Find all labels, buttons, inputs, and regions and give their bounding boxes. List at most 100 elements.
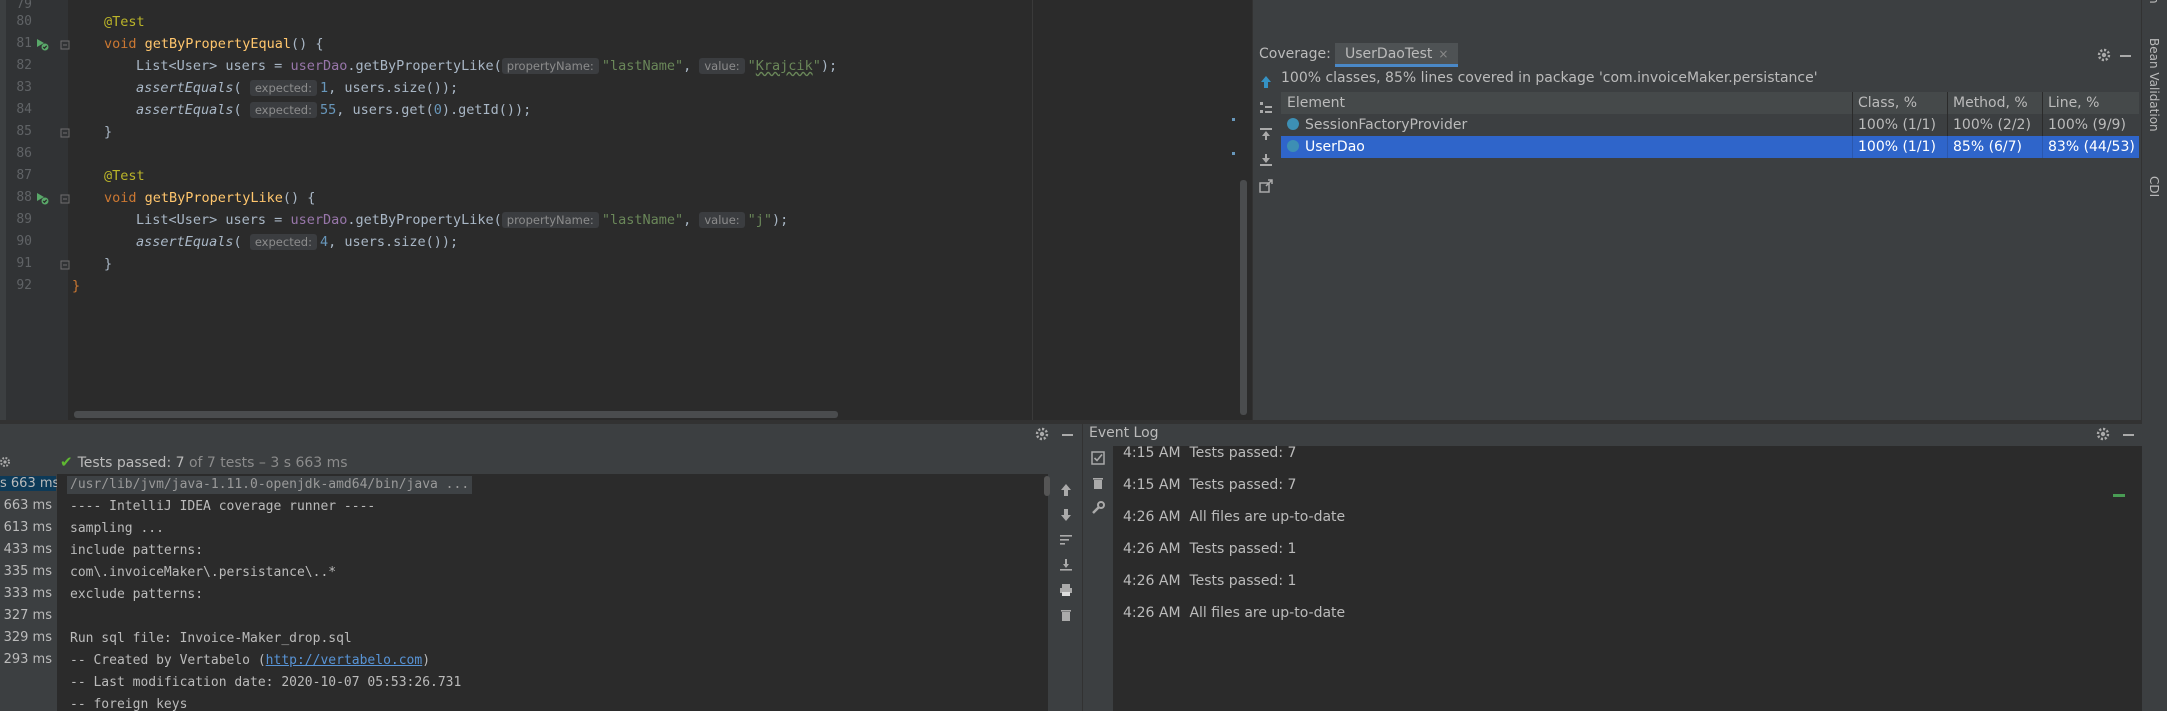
column-header[interactable]: Element: [1287, 92, 1847, 114]
console-command[interactable]: /usr/lib/jvm/java-1.11.0-openjdk-amd64/b…: [67, 476, 473, 494]
code-line-92[interactable]: }: [72, 277, 80, 295]
arrow-up-icon[interactable]: [1258, 74, 1274, 90]
navigate-source-icon[interactable]: [1258, 126, 1274, 142]
print-icon[interactable]: [1058, 582, 1074, 598]
test-tree[interactable]: s 663 ms s 663 ms s 613 ms 433 ms 335 ms…: [0, 476, 59, 711]
code-line-84[interactable]: assertEquals( expected: 55, users.get(0).…: [136, 101, 531, 119]
event-time: 4:15 AM: [1123, 445, 1181, 461]
code-text: ,: [683, 58, 700, 74]
error-stripe-mark[interactable]: [1232, 152, 1235, 155]
minimize-icon[interactable]: [1062, 434, 1073, 436]
code-line-82[interactable]: List<User> users = userDao.getByProperty…: [136, 57, 837, 75]
param-hint: expected:: [249, 102, 317, 118]
gear-icon[interactable]: [2096, 47, 2112, 63]
code-line-85[interactable]: }: [104, 123, 112, 141]
autoscroll-icon[interactable]: [1258, 152, 1274, 168]
bean-validation-tool[interactable]: Bean Validation: [2147, 38, 2161, 132]
test-time[interactable]: 433 ms: [4, 542, 52, 557]
console-line: Run sql file: Invoice-Maker_drop.sql: [70, 631, 352, 646]
column-header[interactable]: Class, %: [1858, 92, 1953, 114]
console-text: ): [422, 653, 431, 668]
code-line-87[interactable]: @Test: [104, 167, 145, 185]
tool-window-label[interactable]: n: [2147, 0, 2161, 4]
code-line-81[interactable]: void getByPropertyEqual() {: [104, 35, 323, 53]
column-header[interactable]: Line, %: [2048, 92, 2139, 114]
annotation: @Test: [104, 14, 145, 30]
close-icon[interactable]: ×: [1438, 47, 1448, 61]
trash-icon[interactable]: [1090, 475, 1106, 491]
code-line-90[interactable]: assertEquals( expected: 4, users.size());: [136, 233, 458, 251]
table-row-selected[interactable]: UserDao 100% (1/1) 85% (6/7) 83% (44/53): [1281, 136, 2139, 158]
code-text: List<User> users =: [136, 212, 291, 228]
fold-marker-icon[interactable]: [60, 128, 70, 138]
console-line: include patterns:: [70, 543, 204, 558]
line-number: 85: [16, 124, 32, 139]
gear-icon[interactable]: [2095, 426, 2111, 442]
minimize-icon[interactable]: [2120, 55, 2131, 57]
run-test-icon[interactable]: [35, 191, 49, 205]
code-text: (: [233, 234, 250, 250]
vertical-scrollbar[interactable]: [1240, 180, 1247, 415]
column-divider[interactable]: [1852, 92, 1853, 114]
code-text: }: [104, 256, 113, 272]
code-line-88[interactable]: void getByPropertyLike() {: [104, 189, 315, 207]
minimize-icon[interactable]: [2123, 434, 2134, 436]
column-divider[interactable]: [2042, 92, 2043, 114]
run-test-icon[interactable]: [35, 37, 49, 51]
console-output[interactable]: /usr/lib/jvm/java-1.11.0-openjdk-amd64/b…: [57, 474, 1048, 711]
fold-marker-icon[interactable]: [60, 40, 70, 50]
event-entry[interactable]: 4:15 AM Tests passed: 7: [1123, 445, 1296, 461]
test-time[interactable]: 335 ms: [4, 564, 52, 579]
event-entry[interactable]: 4:26 AM Tests passed: 1: [1123, 541, 1296, 557]
test-time[interactable]: s 613 ms: [0, 520, 52, 535]
event-log-list[interactable]: 4:15 AM Tests passed: 7 4:15 AM Tests pa…: [1113, 445, 2142, 711]
test-time[interactable]: 327 ms: [4, 608, 52, 623]
mark-read-icon[interactable]: [1090, 450, 1106, 466]
test-time[interactable]: 333 ms: [4, 586, 52, 601]
event-entry[interactable]: 4:26 AM Tests passed: 1: [1123, 573, 1296, 589]
trash-icon[interactable]: [1058, 607, 1074, 623]
code-line-80[interactable]: @Test: [104, 13, 145, 31]
code-line-83[interactable]: assertEquals( expected: 1, users.size());: [136, 79, 458, 97]
export-icon[interactable]: [1258, 178, 1274, 194]
arrow-up-icon[interactable]: [1058, 482, 1074, 498]
event-time: 4:26 AM: [1123, 573, 1181, 589]
column-divider: [1852, 114, 1853, 136]
code-editor[interactable]: 79 80 81 82 83 84 85 86 87 88 89 90 91 9…: [0, 0, 1252, 420]
gutter-edge: [0, 0, 6, 420]
line-number: 90: [16, 234, 32, 249]
error-stripe-mark[interactable]: [1232, 118, 1235, 121]
code-text: () {: [290, 36, 324, 52]
test-time[interactable]: 329 ms: [4, 630, 52, 645]
column-divider: [2042, 114, 2043, 136]
fold-marker-icon[interactable]: [60, 194, 70, 204]
keyword: void: [104, 190, 137, 206]
event-entry[interactable]: 4:15 AM Tests passed: 7: [1123, 477, 1296, 493]
column-divider[interactable]: [1947, 92, 1948, 114]
test-time[interactable]: s 663 ms: [0, 498, 52, 513]
code-text: , users.get(: [336, 102, 434, 118]
wrench-icon[interactable]: [1090, 500, 1106, 516]
tab-userdaotest[interactable]: UserDaoTest ×: [1335, 43, 1459, 67]
code-line-91[interactable]: }: [104, 255, 112, 273]
gear-icon[interactable]: [1034, 426, 1050, 442]
scroll-to-end-icon[interactable]: [1058, 557, 1074, 573]
vertabelo-link[interactable]: http://vertabelo.com: [266, 653, 423, 668]
column-divider: [2042, 136, 2043, 158]
flatten-packages-icon[interactable]: [1258, 100, 1274, 116]
cdi-tool[interactable]: CDI: [2147, 176, 2161, 197]
code-line-89[interactable]: List<User> users = userDao.getByProperty…: [136, 211, 788, 229]
test-time[interactable]: 293 ms: [4, 652, 52, 667]
event-text: Tests passed: 1: [1189, 573, 1297, 589]
settings-icon[interactable]: [0, 455, 14, 469]
horizontal-scrollbar[interactable]: [74, 411, 838, 418]
table-row[interactable]: SessionFactoryProvider 100% (1/1) 100% (…: [1281, 114, 2139, 136]
test-time[interactable]: s 663 ms: [0, 476, 59, 491]
event-entry[interactable]: 4:26 AM All files are up-to-date: [1123, 605, 1345, 621]
line-number: 88: [16, 190, 32, 205]
event-entry[interactable]: 4:26 AM All files are up-to-date: [1123, 509, 1345, 525]
fold-marker-icon[interactable]: [60, 260, 70, 270]
arrow-down-icon[interactable]: [1058, 507, 1074, 523]
soft-wrap-icon[interactable]: [1058, 532, 1074, 548]
column-header[interactable]: Method, %: [1953, 92, 2048, 114]
